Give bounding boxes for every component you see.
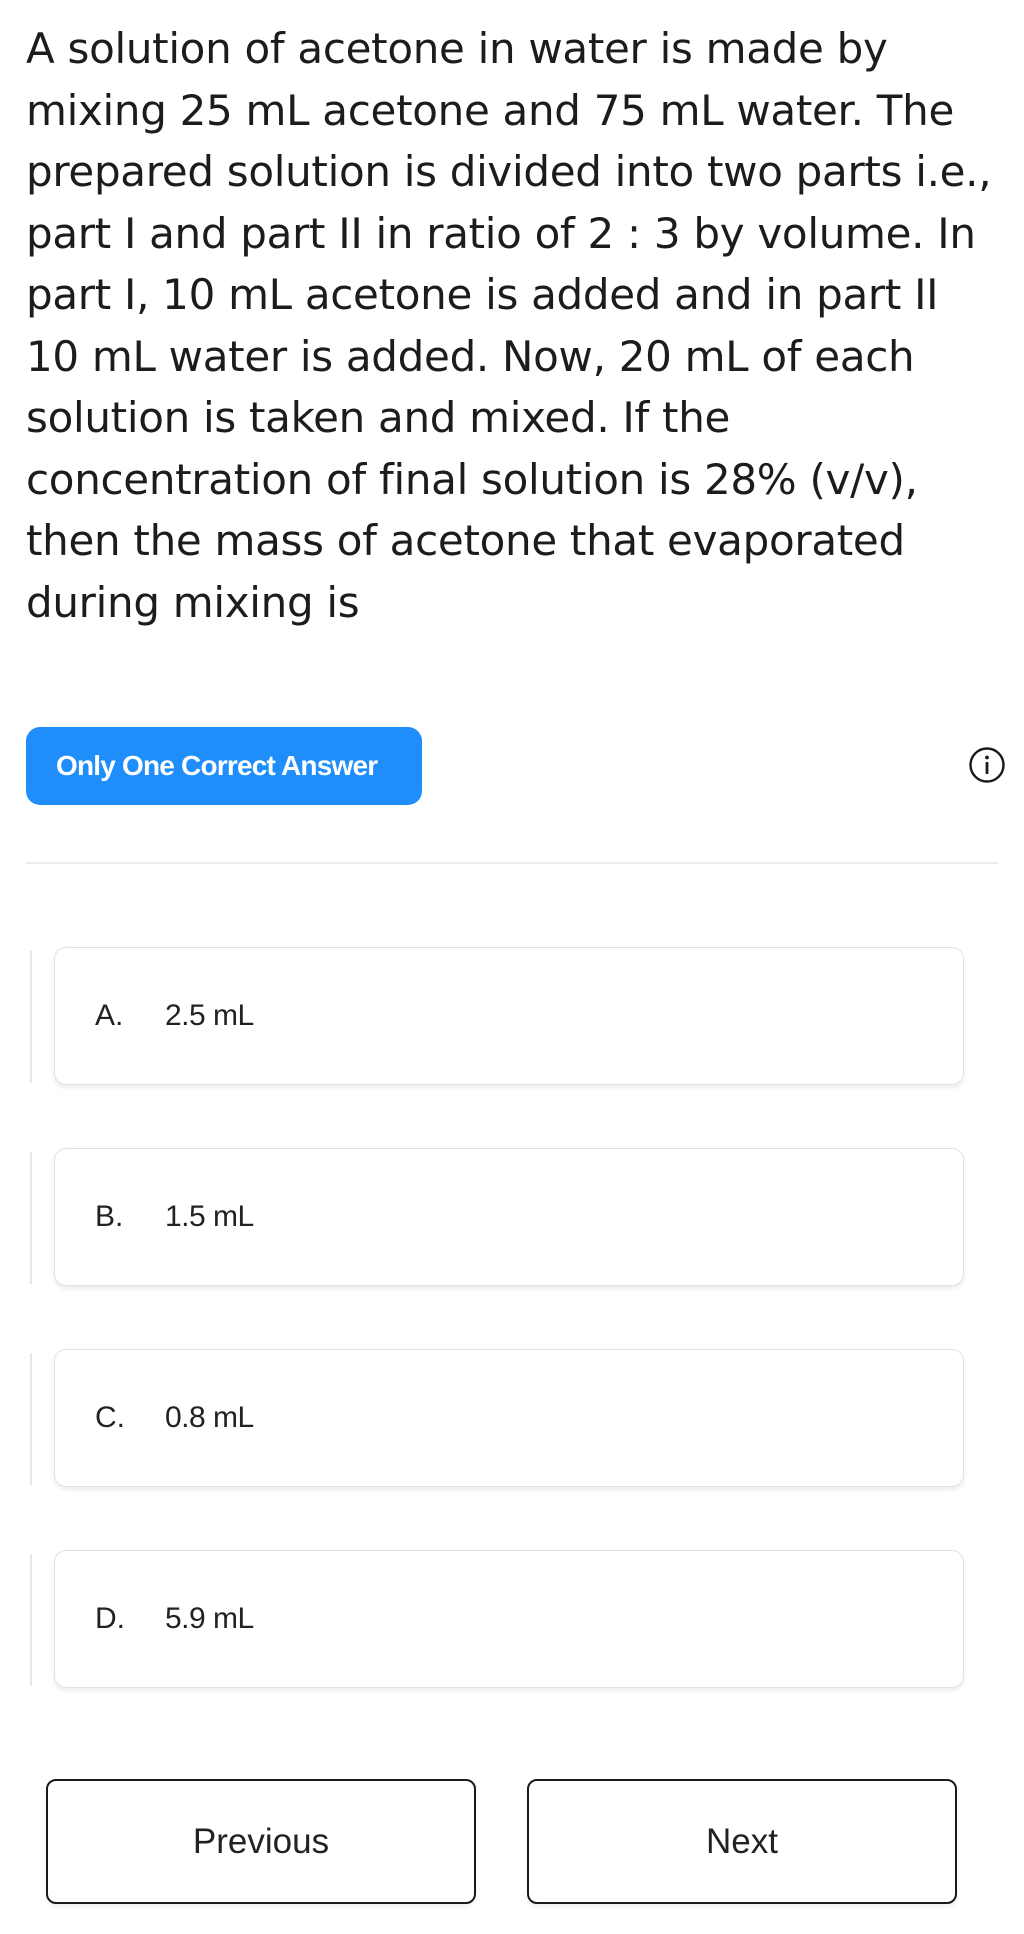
option-letter: D. — [95, 1602, 125, 1635]
option-b[interactable]: B. 1.5 mL — [30, 1148, 964, 1288]
option-value: 0.8 mL — [165, 1401, 254, 1434]
option-d[interactable]: D. 5.9 mL — [30, 1550, 964, 1690]
question-type-badge: Only One Correct Answer — [26, 727, 422, 805]
option-rail — [30, 1152, 32, 1284]
previous-button[interactable]: Previous — [46, 1779, 476, 1904]
option-value: 5.9 mL — [165, 1602, 254, 1635]
option-card[interactable]: D. 5.9 mL — [54, 1550, 964, 1688]
option-letter: A. — [95, 999, 124, 1032]
option-card[interactable]: A. 2.5 mL — [54, 947, 964, 1085]
option-value: 1.5 mL — [165, 1200, 254, 1233]
option-rail — [30, 951, 32, 1083]
option-rail — [30, 1554, 32, 1686]
option-a[interactable]: A. 2.5 mL — [30, 947, 964, 1087]
question-text: A solution of acetone in water is made b… — [26, 24, 992, 627]
option-card[interactable]: B. 1.5 mL — [54, 1148, 964, 1286]
option-rail — [30, 1353, 32, 1485]
info-icon[interactable] — [968, 746, 1006, 784]
option-c[interactable]: C. 0.8 mL — [30, 1349, 964, 1489]
option-card[interactable]: C. 0.8 mL — [54, 1349, 964, 1487]
next-button[interactable]: Next — [527, 1779, 957, 1904]
option-value: 2.5 mL — [165, 999, 254, 1032]
option-letter: C. — [95, 1401, 125, 1434]
option-letter: B. — [95, 1200, 124, 1233]
divider — [26, 862, 998, 864]
